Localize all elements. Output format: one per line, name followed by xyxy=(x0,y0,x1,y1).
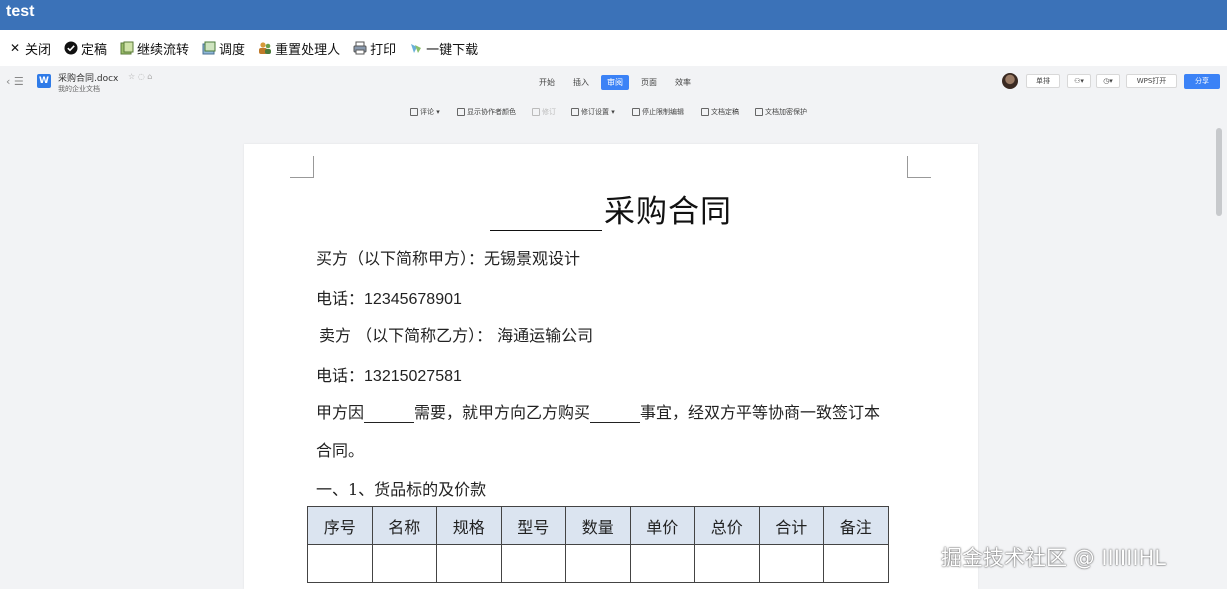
table-header-cell[interactable]: 单价 xyxy=(629,506,695,545)
users-icon xyxy=(258,41,272,55)
open-wps-button[interactable]: WPS打开 xyxy=(1126,74,1177,88)
table-cell[interactable] xyxy=(758,544,824,583)
table-header-row: 序号 名称 规格 型号 数量 单价 总价 合计 备注 xyxy=(307,506,889,545)
table-header-cell[interactable]: 合计 xyxy=(758,506,824,545)
finalize-button[interactable]: 定稿 xyxy=(64,39,107,58)
stop-restrict-button[interactable]: 停止限制编辑 xyxy=(632,107,684,117)
collaborator-icon[interactable]: ⚇▾ xyxy=(1067,74,1091,88)
table-header-cell[interactable]: 备注 xyxy=(823,506,889,545)
back-icon[interactable]: ‹ ☰ xyxy=(6,75,24,88)
printer-icon xyxy=(353,41,367,55)
table-cell[interactable] xyxy=(823,544,889,583)
continue-flow-button[interactable]: 继续流转 xyxy=(120,39,189,58)
table-header-cell[interactable]: 名称 xyxy=(371,506,437,545)
contract-title[interactable]: 采购合同 xyxy=(490,186,732,231)
table-cell[interactable] xyxy=(629,544,695,583)
file-name[interactable]: 采购合同.docx xyxy=(58,71,118,84)
table-header-cell[interactable]: 数量 xyxy=(565,506,631,545)
word-doc-icon: W xyxy=(37,74,51,88)
revision-settings-button[interactable]: 修订设置 ▾ xyxy=(571,107,615,117)
share-button[interactable]: 分享 xyxy=(1184,74,1220,89)
buyer-line[interactable]: 买方（以下简称甲方）：无锡景观设计 xyxy=(316,245,580,269)
revise-icon xyxy=(532,108,540,116)
check-circle-icon xyxy=(64,41,78,55)
revise-button[interactable]: 修订 xyxy=(532,107,556,117)
shield-icon xyxy=(755,108,763,116)
goods-table[interactable]: 序号 名称 规格 型号 数量 单价 总价 合计 备注 xyxy=(307,506,889,583)
table-header-cell[interactable]: 序号 xyxy=(307,506,373,545)
tab-review[interactable]: 审阅 xyxy=(601,75,629,90)
ribbon-tabs: 开始 插入 审阅 页面 效率 xyxy=(533,75,703,90)
vertical-scrollbar[interactable] xyxy=(1216,128,1222,216)
table-row xyxy=(307,544,889,583)
comment-icon xyxy=(410,108,418,116)
settings-icon xyxy=(571,108,579,116)
close-button[interactable]: ✕ 关闭 xyxy=(8,39,51,58)
table-cell[interactable] xyxy=(500,544,566,583)
flow-icon xyxy=(120,41,134,55)
close-icon: ✕ xyxy=(9,41,21,55)
pen-icon xyxy=(457,108,465,116)
table-cell[interactable] xyxy=(371,544,437,583)
margin-mark-right xyxy=(907,156,931,178)
history-icon[interactable]: ◷▾ xyxy=(1096,74,1120,88)
blank-item xyxy=(590,407,641,423)
seller-line[interactable]: 卖方 （以下简称乙方）： 海通运输公司 xyxy=(319,322,593,346)
avatar[interactable] xyxy=(1002,73,1018,89)
section-heading[interactable]: 一、1、货品标的及价款 xyxy=(316,476,486,500)
document-page[interactable]: 采购合同 买方（以下简称甲方）：无锡景观设计 电话：12345678901 卖方… xyxy=(244,144,978,589)
layout-button[interactable]: 单排 xyxy=(1026,74,1060,88)
table-cell[interactable] xyxy=(565,544,631,583)
download-button[interactable]: 一键下载 xyxy=(409,39,478,58)
tab-page[interactable]: 页面 xyxy=(635,75,663,90)
title-blank xyxy=(490,199,602,231)
document-header: ‹ ☰ W 采购合同.docx 我的企业文档 ☆ ◌ ⌂ 开始 插入 审阅 页面… xyxy=(0,66,1227,100)
dispatch-icon xyxy=(202,41,216,55)
table-cell[interactable] xyxy=(307,544,373,583)
table-cell[interactable] xyxy=(694,544,760,583)
table-cell[interactable] xyxy=(436,544,502,583)
table-header-cell[interactable]: 规格 xyxy=(436,506,502,545)
blank-reason xyxy=(364,407,415,423)
dispatch-button[interactable]: 调度 xyxy=(202,39,245,58)
print-button[interactable]: 打印 xyxy=(353,39,396,58)
protect-button[interactable]: 文档加密保护 xyxy=(755,107,807,117)
table-header-cell[interactable]: 型号 xyxy=(500,506,566,545)
watermark: 掘金技术社区 @ IIIIIIHL xyxy=(941,546,1167,570)
comment-button[interactable]: 评论 ▾ xyxy=(410,107,440,117)
tab-efficiency[interactable]: 效率 xyxy=(669,75,697,90)
tab-insert[interactable]: 插入 xyxy=(567,75,595,90)
purpose-line-end[interactable]: 合同。 xyxy=(316,437,364,461)
restrict-icon xyxy=(632,108,640,116)
file-status-icons[interactable]: ☆ ◌ ⌂ xyxy=(128,72,152,81)
purpose-line[interactable]: 甲方因 需要，就甲方向乙方购买 事宜，经双方平等协商一致签订本 xyxy=(316,399,880,423)
doc-check-icon xyxy=(701,108,709,116)
download-icon xyxy=(409,41,423,55)
main-toolbar: ✕ 关闭 定稿 继续流转 调度 重置处理人 打印 一键下载 xyxy=(0,30,1227,66)
seller-phone-line[interactable]: 电话：13215027581 xyxy=(316,362,462,386)
margin-mark-left xyxy=(290,156,314,178)
table-header-cell[interactable]: 总价 xyxy=(694,506,760,545)
app-title: test xyxy=(0,0,1227,30)
file-location[interactable]: 我的企业文档 xyxy=(58,84,100,94)
reassign-button[interactable]: 重置处理人 xyxy=(258,39,340,58)
buyer-phone-line[interactable]: 电话：12345678901 xyxy=(316,285,462,309)
tab-start[interactable]: 开始 xyxy=(533,75,561,90)
finalize-doc-button[interactable]: 文档定稿 xyxy=(701,107,739,117)
show-authors-button[interactable]: 显示协作者颜色 xyxy=(457,107,516,117)
review-toolbar: 评论 ▾ 显示协作者颜色 修订 修订设置 ▾ 停止限制编辑 文档定稿 文档加密保… xyxy=(0,100,1227,124)
